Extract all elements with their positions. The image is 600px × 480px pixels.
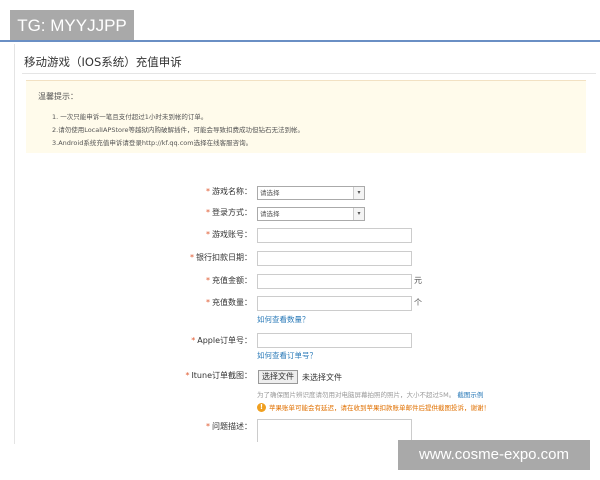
choose-file-button[interactable]: 选择文件 bbox=[258, 370, 298, 384]
apple-order-label: * Apple订单号： bbox=[191, 336, 252, 345]
account-input[interactable] bbox=[257, 228, 412, 243]
page-title: 移动游戏（IOS系统）充值申诉 bbox=[24, 55, 182, 69]
quantity-label: * 充值数量： bbox=[206, 298, 252, 307]
amount-unit: 元 bbox=[414, 276, 422, 285]
notice-heading: 温馨提示： bbox=[38, 92, 78, 101]
quantity-unit: 个 bbox=[414, 298, 422, 307]
screenshot-label: * Itune订单截图： bbox=[185, 371, 252, 380]
amount-input[interactable] bbox=[257, 274, 412, 289]
notice-line: 1. 一次只能申诉一笔且支付超过1小时未到帐的订单。 bbox=[52, 113, 208, 121]
how-to-view-quantity-link[interactable]: 如何查看数量？ bbox=[257, 314, 310, 325]
description-textarea[interactable] bbox=[257, 419, 412, 442]
upload-hint: 为了确保图片辨识度请勿用对电脑屏幕拍照的照片，大小不超过5M。 截图示例 bbox=[257, 391, 484, 399]
account-label: * 游戏账号： bbox=[206, 230, 252, 239]
file-upload: 选择文件 未选择文件 bbox=[258, 370, 342, 384]
chevron-down-icon: ▾ bbox=[353, 187, 364, 199]
chevron-down-icon: ▾ bbox=[353, 208, 364, 220]
date-input[interactable] bbox=[257, 251, 412, 266]
warning-message: ! 苹果账单可能会有延迟，请在收到苹果扣款账单邮件后提供截图投诉，谢谢！ bbox=[257, 402, 490, 412]
file-status: 未选择文件 bbox=[302, 372, 342, 382]
notice-line: 2.请勿使用LocalIAPStore等越狱内购破解插件，可能会导致扣费成功但钻… bbox=[52, 126, 305, 134]
quantity-input[interactable] bbox=[257, 296, 412, 311]
login-select[interactable]: 请选择 ▾ bbox=[257, 207, 365, 221]
amount-label: * 充值金额： bbox=[206, 276, 252, 285]
how-to-view-order-link[interactable]: 如何查看订单号？ bbox=[257, 350, 317, 361]
notice-line: 3.Android系统充值申诉请登录http://kf.qq.com选择在线客服… bbox=[52, 139, 253, 147]
warning-icon: ! bbox=[257, 402, 266, 412]
game-name-select[interactable]: 请选择 ▾ bbox=[257, 186, 365, 200]
title-divider bbox=[22, 73, 596, 74]
date-label: * 银行扣款日期： bbox=[190, 253, 252, 262]
description-label: * 问题描述： bbox=[206, 422, 252, 431]
notice-box: 温馨提示： 1. 一次只能申诉一笔且支付超过1小时未到帐的订单。 2.请勿使用L… bbox=[26, 80, 586, 153]
watermark: www.cosme-expo.com bbox=[398, 440, 590, 470]
login-label: * 登录方式： bbox=[206, 208, 252, 217]
game-name-label: * 游戏名称： bbox=[206, 187, 252, 196]
top-divider bbox=[0, 40, 600, 42]
banner-label: TG: MYYJJPP bbox=[10, 10, 134, 41]
apple-order-input[interactable] bbox=[257, 333, 412, 348]
screenshot-example-link[interactable]: 截图示例 bbox=[457, 391, 483, 399]
